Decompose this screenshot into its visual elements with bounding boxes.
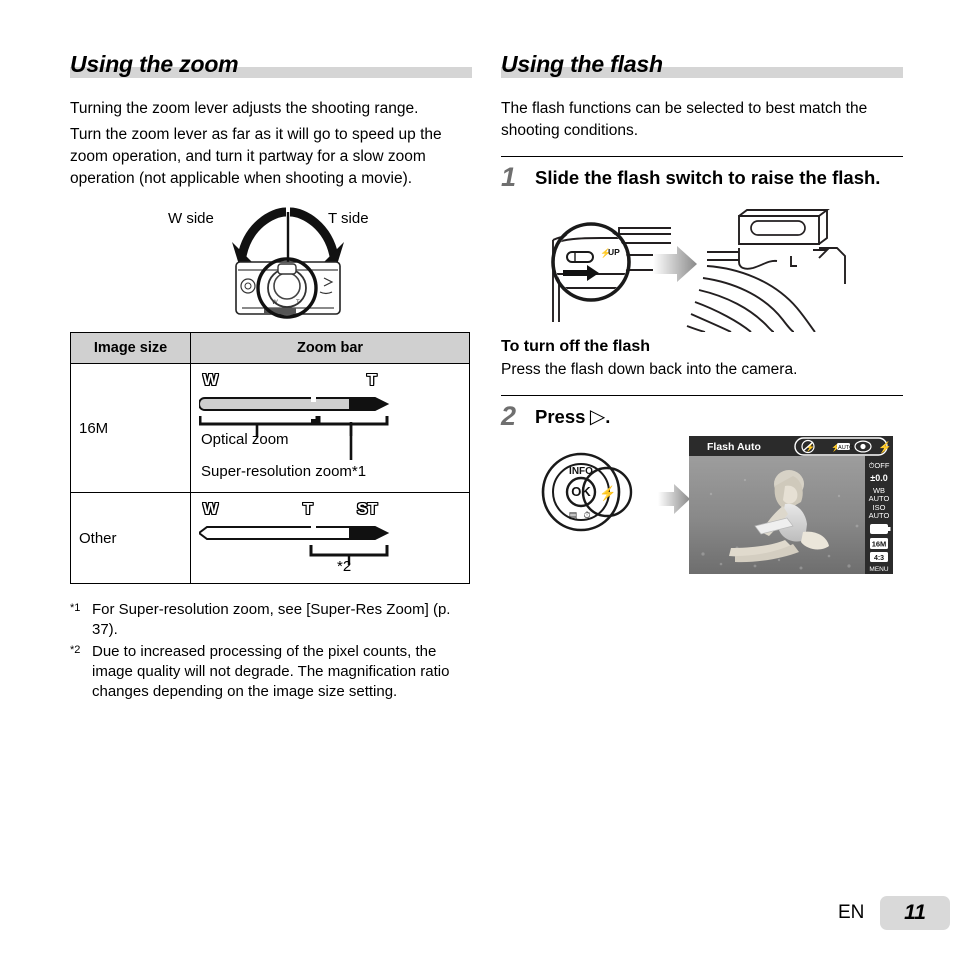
- annotation-super-resolution-zoom: Super-resolution zoom*1: [201, 463, 367, 480]
- lcd-iso-value: AUTO: [869, 511, 890, 520]
- column-header-zoom-bar: Zoom bar: [190, 332, 470, 364]
- footnote-2-marker: *2: [70, 644, 81, 656]
- lcd-menu-label: MENU: [869, 566, 888, 573]
- step-1-text: Slide the flash switch to raise the flas…: [535, 167, 881, 188]
- footnote-1: *1 For Super-resolution zoom, see [Super…: [70, 600, 472, 640]
- lcd-wb-value: AUTO: [869, 494, 890, 503]
- step-2-text: Press: [535, 406, 586, 427]
- lcd-flash-off-icon: ⚡: [805, 442, 815, 452]
- flash-intro-paragraph: The flash functions can be selected to b…: [501, 100, 868, 139]
- svg-text:UP: UP: [608, 247, 620, 257]
- lcd-fill-in-icon: ⚡: [878, 441, 892, 454]
- left-column: Using the zoom Turning the zoom lever ad…: [70, 50, 472, 704]
- lcd-mode-label: Flash Auto: [707, 441, 761, 453]
- svg-text:⏱: ⏱: [583, 510, 590, 520]
- zoom-intro-paragraph-1: Turning the zoom lever adjusts the shoot…: [70, 100, 419, 117]
- zoom-bar-label-w-16m: W: [203, 372, 219, 389]
- divider-before-step-1: [501, 156, 903, 157]
- zoom-bar-svg-other: [199, 525, 390, 565]
- turn-off-flash-heading: To turn off the flash: [501, 338, 651, 355]
- svg-text:T: T: [296, 300, 300, 306]
- w-side-label: W side: [168, 210, 214, 227]
- step-2: 2 Press ▷.: [501, 401, 903, 431]
- zoom-bar-label-t-other: T: [303, 501, 313, 518]
- footnote-2: *2 Due to increased processing of the pi…: [70, 642, 472, 702]
- annotation-footnote-2-marker: *2: [337, 558, 352, 575]
- column-header-image-size: Image size: [70, 332, 191, 364]
- zoom-lever-figure: W side T side W T: [70, 204, 472, 324]
- lcd-red-eye-icon: [860, 443, 866, 450]
- turn-off-flash-text: Press the flash down back into the camer…: [501, 361, 798, 378]
- table-header-row: Image size Zoom bar: [70, 332, 470, 364]
- page-title-zoom: Using the zoom: [70, 51, 239, 77]
- step-2-figure: OK INFO ▤ ⏱ ⚡ Flash Auto ⚡ ⚡ AUTO ⚡ ⏱OFF…: [501, 436, 903, 586]
- zoom-bar-label-t-16m: T: [367, 372, 377, 389]
- dial-flash-button-icon: ⚡: [599, 485, 616, 502]
- right-column: Using the flash The flash functions can …: [501, 50, 903, 586]
- zoom-bar-label-w-other: W: [203, 501, 219, 518]
- flash-switch-figure: ⚡ UP: [501, 204, 903, 332]
- control-dial-illustration: OK INFO ▤ ⏱ ⚡: [529, 444, 649, 544]
- zoom-bar-graphic-16m: W T Optical zoom Super-resolution zoom*1: [199, 372, 461, 484]
- section-heading-flash: Using the flash: [501, 50, 903, 80]
- page-number: 11: [904, 901, 926, 924]
- footnote-2-text: Due to increased processing of the pixel…: [92, 643, 450, 700]
- lcd-image-size: 16M: [872, 540, 887, 549]
- footnotes-list: *1 For Super-resolution zoom, see [Super…: [70, 600, 472, 702]
- cell-zoom-bar-other: W T ST *2: [190, 492, 470, 584]
- step-1: 1 Slide the flash switch to raise the fl…: [501, 162, 903, 192]
- svg-text:AUTO: AUTO: [838, 445, 854, 451]
- camera-lcd-screenshot: Flash Auto ⚡ ⚡ AUTO ⚡ ⏱OFF ±0.0 WB AUTO …: [689, 436, 893, 574]
- footnote-1-marker: *1: [70, 602, 81, 614]
- table-row-other: Other W T ST *2: [70, 492, 470, 584]
- flash-switch-illustration: ⚡ UP: [551, 209, 846, 332]
- camera-zoom-lever-illustration: W T: [228, 204, 348, 322]
- zoom-bar-table: Image size Zoom bar 16M W T Optical zoom…: [70, 332, 470, 584]
- lcd-aspect-ratio: 4:3: [874, 555, 884, 562]
- right-arrow-button-icon: ▷: [589, 406, 606, 428]
- annotation-optical-zoom: Optical zoom: [201, 431, 289, 448]
- step-1-number: 1: [501, 162, 517, 192]
- svg-text:▤: ▤: [569, 510, 578, 520]
- divider-before-step-2: [501, 395, 903, 396]
- table-row-16m: 16M W T Optical zoom Super-resolution zo…: [70, 363, 470, 493]
- svg-text:W: W: [272, 300, 278, 306]
- cell-image-size-16m: 16M: [70, 363, 191, 493]
- cell-image-size-other: Other: [70, 492, 191, 584]
- footnote-1-text: For Super-resolution zoom, see [Super-Re…: [92, 601, 451, 638]
- cell-zoom-bar-16m: W T Optical zoom Super-resolution zoom*1: [190, 363, 470, 493]
- zoom-intro-paragraph-2: Turn the zoom lever as far as it will go…: [70, 126, 442, 187]
- lcd-exposure-comp: ±0.0: [870, 473, 887, 483]
- step-2-number: 2: [501, 401, 517, 431]
- section-heading-zoom: Using the zoom: [70, 50, 472, 80]
- lcd-self-timer-off: ⏱OFF: [869, 461, 890, 470]
- page-title-flash: Using the flash: [501, 51, 663, 77]
- page-footer: EN 11: [0, 896, 954, 932]
- manual-page: Using the zoom Turning the zoom lever ad…: [0, 0, 954, 954]
- step-2-text-suffix: .: [605, 406, 611, 427]
- lcd-battery-icon: [870, 524, 888, 534]
- zoom-bar-graphic-other: W T ST *2: [199, 501, 461, 575]
- zoom-bar-label-st-other: ST: [357, 501, 378, 518]
- language-code: EN: [838, 902, 865, 923]
